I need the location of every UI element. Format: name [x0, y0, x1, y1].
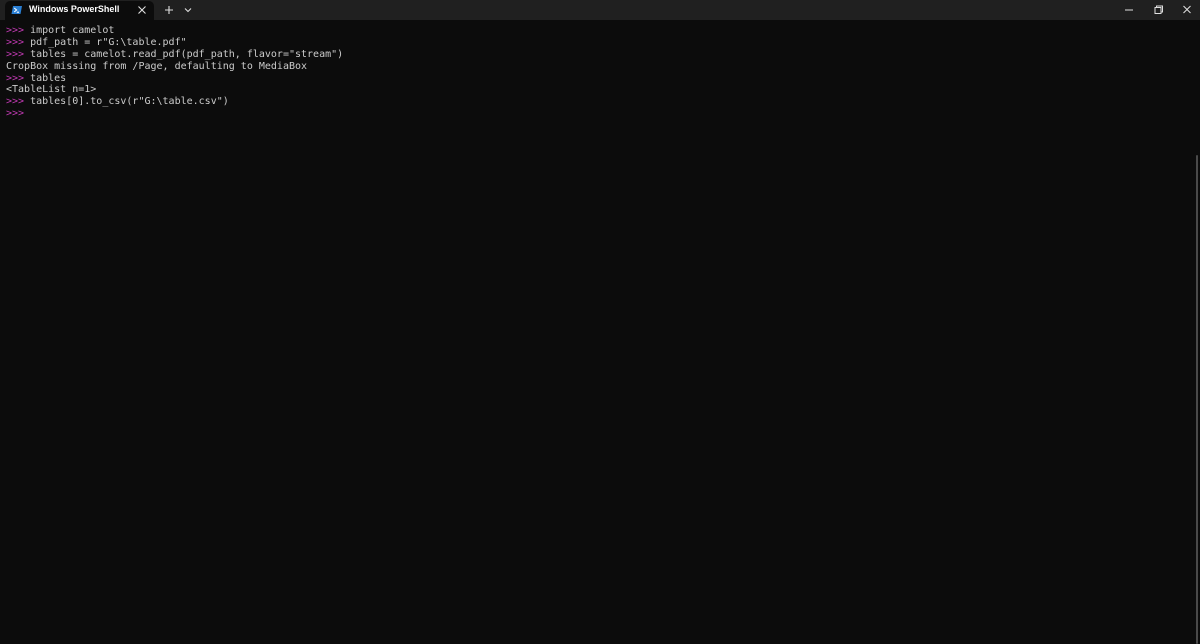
tab-windows-powershell[interactable]: Windows PowerShell	[5, 1, 154, 20]
prompt: >>>	[6, 72, 25, 84]
line-text: tables	[24, 72, 67, 84]
prompt: >>>	[6, 25, 25, 36]
line-text: import camelot	[24, 25, 115, 36]
tab-title: Windows PowerShell	[29, 4, 120, 14]
terminal-line: >>> tables	[6, 73, 1186, 85]
prompt: >>>	[6, 96, 25, 108]
terminal-output[interactable]: >>> import camelot >>> pdf_path = r"G:\ta…	[6, 25, 1186, 120]
terminal-line: >>> pdf_path = r"G:\table.pdf"	[6, 37, 1186, 49]
scrollbar[interactable]	[1196, 155, 1198, 644]
terminal-window: Windows PowerShell >>> import camelot >>>…	[0, 0, 1200, 644]
prompt: >>>	[6, 48, 25, 60]
line-text: tables[0].to_csv(r"G:\table.csv")	[24, 96, 229, 108]
prompt: >>>	[6, 36, 25, 48]
terminal-line: CropBox missing from /Page, defaulting t…	[6, 61, 1186, 73]
terminal-line: >>> tables[0].to_csv(r"G:\table.csv")	[6, 96, 1186, 108]
restore-icon[interactable]	[1150, 3, 1166, 17]
close-icon[interactable]	[136, 4, 148, 16]
prompt: >>>	[6, 108, 25, 120]
minimize-icon[interactable]	[1121, 3, 1137, 17]
line-text: tables = camelot.read_pdf(pdf_path, flav…	[24, 48, 344, 60]
chevron-down-icon[interactable]	[181, 3, 195, 17]
line-text: pdf_path = r"G:\table.pdf"	[24, 36, 187, 48]
terminal-line: >>> tables = camelot.read_pdf(pdf_path, …	[6, 49, 1186, 61]
terminal-line: >>>	[6, 108, 1186, 120]
title-bar: Windows PowerShell	[0, 0, 1200, 20]
line-text: <TableList n=1>	[6, 84, 97, 96]
line-text: CropBox missing from /Page, defaulting t…	[6, 60, 308, 72]
powershell-icon	[11, 6, 22, 14]
terminal-line: <TableList n=1>	[6, 84, 1186, 96]
plus-icon[interactable]	[162, 3, 176, 17]
terminal-line: >>> import camelot	[6, 25, 1186, 37]
window-close-icon[interactable]	[1179, 3, 1195, 17]
